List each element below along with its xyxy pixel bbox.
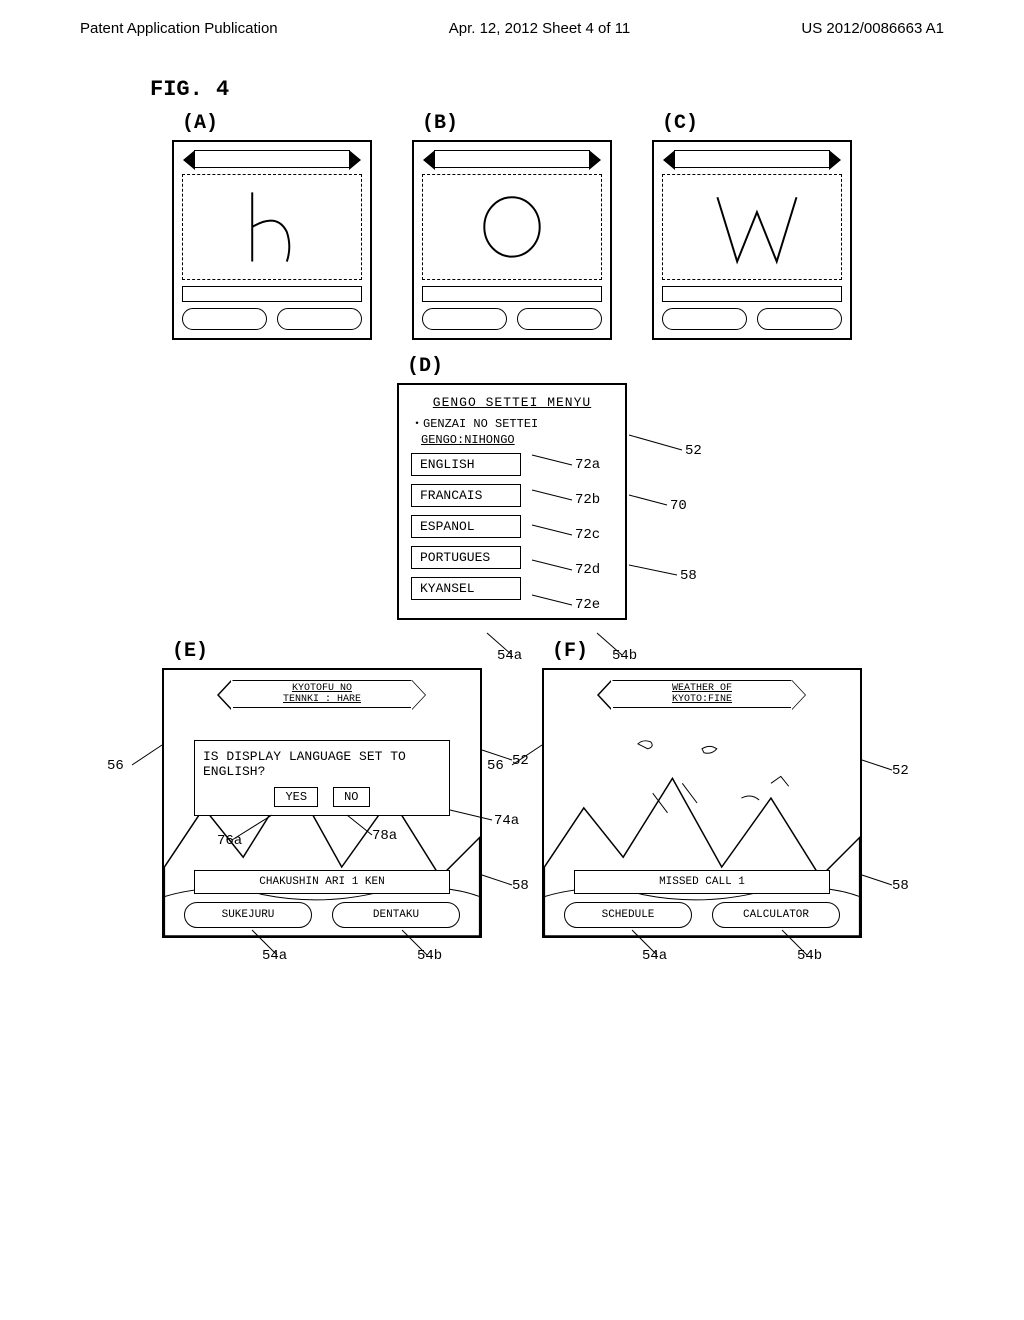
ref-54b-f: 54b (797, 948, 822, 964)
ticker-f: WEATHER OF KYOTO:FINE (612, 680, 792, 708)
header-left: Patent Application Publication (80, 20, 278, 37)
soft-button-calculator[interactable]: CALCULATOR (712, 902, 840, 928)
ref-76a: 76a (217, 833, 242, 849)
soft-button-schedule[interactable]: SCHEDULE (564, 902, 692, 928)
ref-54a: 54a (497, 648, 522, 664)
soft-button-right[interactable] (757, 308, 842, 330)
no-button[interactable]: NO (333, 787, 369, 807)
panel-b-label: (B) (422, 112, 612, 135)
panel-f-wrap: (F) WEATHER OF KYOTO:FINE MISSED CALL 1 … (542, 640, 862, 938)
lang-option-francais[interactable]: FRANCAIS (411, 484, 521, 507)
soft-button-left[interactable] (422, 308, 507, 330)
ref-52: 52 (685, 443, 702, 459)
ref-58-e: 58 (512, 878, 529, 894)
dialog-e: IS DISPLAY LANGUAGE SET TO ENGLISH? YES … (194, 740, 450, 816)
ref-72b: 72b (575, 492, 600, 508)
soft-button-schedule[interactable]: SUKEJURU (184, 902, 312, 928)
device-e: KYOTOFU NO TENNKI : HARE IS DISPLAY LANG… (162, 668, 482, 938)
ticker-e-text: KYOTOFU NO TENNKI : HARE (283, 683, 361, 705)
ref-58: 58 (680, 568, 697, 584)
soft-button-calculator[interactable]: DENTAKU (332, 902, 460, 928)
ref-72c: 72c (575, 527, 600, 543)
pict-f: MISSED CALL 1 (574, 870, 830, 894)
ref-52-e: 52 (512, 753, 529, 769)
panel-e-label: (E) (172, 640, 482, 663)
header-center: Apr. 12, 2012 Sheet 4 of 11 (449, 20, 631, 37)
ticker-bar (194, 150, 350, 168)
gesture-w-icon (663, 175, 841, 279)
ref-54a-e: 54a (262, 948, 287, 964)
ref-72d: 72d (575, 562, 600, 578)
page-header: Patent Application Publication Apr. 12, … (60, 20, 964, 37)
ref-56-f: 56 (487, 758, 504, 774)
device-a (172, 140, 372, 340)
lang-option-espanol[interactable]: ESPANOL (411, 515, 521, 538)
panel-c-label: (C) (662, 112, 852, 135)
ticker-bar (674, 150, 830, 168)
panel-f-label: (F) (552, 640, 862, 663)
panel-d-label: (D) (407, 355, 627, 378)
wallpaper-mountains-icon (544, 670, 860, 936)
pict-area (422, 286, 602, 302)
gesture-area-a[interactable] (182, 174, 362, 280)
ref-72e: 72e (575, 597, 600, 613)
panel-a: (A) (172, 112, 372, 340)
pict-area (182, 286, 362, 302)
device-b (412, 140, 612, 340)
ref-56-e: 56 (107, 758, 124, 774)
ref-74a: 74a (494, 813, 519, 829)
gesture-area-c[interactable] (662, 174, 842, 280)
ticker-bar (434, 150, 590, 168)
ref-58-f: 58 (892, 878, 909, 894)
ref-54b-e: 54b (417, 948, 442, 964)
row-ef: (E) KYOTOFU NO TENNKI : HARE IS DISPLAY … (60, 640, 964, 938)
device-f: WEATHER OF KYOTO:FINE MISSED CALL 1 SCHE… (542, 668, 862, 938)
panel-b: (B) (412, 112, 612, 340)
device-c (652, 140, 852, 340)
dialog-text: IS DISPLAY LANGUAGE SET TO ENGLISH? (203, 749, 441, 779)
yes-button[interactable]: YES (274, 787, 318, 807)
ref-54a-f: 54a (642, 948, 667, 964)
ref-72a: 72a (575, 457, 600, 473)
soft-button-left[interactable] (662, 308, 747, 330)
panel-d-wrap: (D) GENGO SETTEI MENYU ・GENZAI NO SETTEI… (397, 355, 627, 620)
row-d: (D) GENGO SETTEI MENYU ・GENZAI NO SETTEI… (60, 355, 964, 620)
menu-subtitle: ・GENZAI NO SETTEI (411, 414, 613, 431)
ticker-f-text: WEATHER OF KYOTO:FINE (672, 683, 732, 705)
panel-e-wrap: (E) KYOTOFU NO TENNKI : HARE IS DISPLAY … (162, 640, 482, 938)
gesture-h-icon (183, 175, 361, 279)
gesture-area-b[interactable] (422, 174, 602, 280)
ref-78a: 78a (372, 828, 397, 844)
header-right: US 2012/0086663 A1 (801, 20, 944, 37)
soft-button-left[interactable] (182, 308, 267, 330)
ref-70: 70 (670, 498, 687, 514)
lang-option-cancel[interactable]: KYANSEL (411, 577, 521, 600)
panel-a-label: (A) (182, 112, 372, 135)
soft-button-right[interactable] (277, 308, 362, 330)
ticker-e: KYOTOFU NO TENNKI : HARE (232, 680, 412, 708)
pict-e: CHAKUSHIN ARI 1 KEN (194, 870, 450, 894)
figure-label: FIG. 4 (150, 77, 964, 102)
menu-title: GENGO SETTEI MENYU (411, 395, 613, 410)
lang-option-english[interactable]: ENGLISH (411, 453, 521, 476)
gesture-circle-icon (423, 175, 601, 279)
panel-c: (C) (652, 112, 852, 340)
soft-button-right[interactable] (517, 308, 602, 330)
pict-area (662, 286, 842, 302)
lang-option-portugues[interactable]: PORTUGUES (411, 546, 521, 569)
row-abc: (A) (B) (60, 112, 964, 340)
ref-52-f: 52 (892, 763, 909, 779)
menu-current: GENGO:NIHONGO (421, 433, 613, 447)
